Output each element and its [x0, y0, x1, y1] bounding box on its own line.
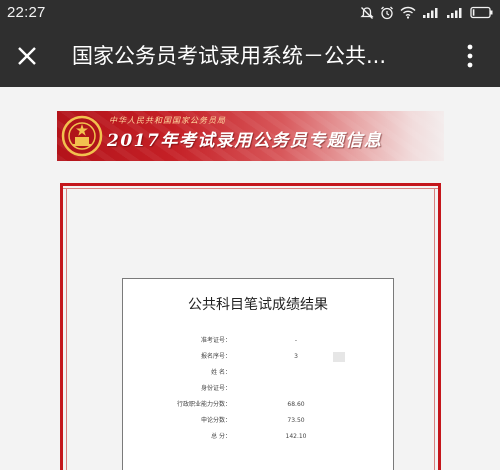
close-icon	[18, 47, 36, 65]
wifi-icon	[400, 6, 416, 19]
status-time: 22:27	[7, 4, 46, 21]
result-label: 行政职业能力分数：	[176, 401, 231, 408]
mute-icon	[360, 6, 374, 19]
result-row: 报名序号： 3	[123, 351, 393, 363]
web-content[interactable]: 中华人民共和国国家公务员局 2017年考试录用公务员专题信息 公共科目笔试成绩结…	[0, 87, 500, 470]
close-button[interactable]	[10, 39, 44, 73]
status-bar: 22:27	[0, 0, 500, 25]
result-label: 身份证号：	[200, 385, 231, 392]
result-row: 总 分： 142.10	[123, 431, 393, 443]
result-row: 行政职业能力分数： 68.60	[123, 399, 393, 411]
redacted-block	[333, 352, 345, 362]
banner-title: 2017年考试录用公务员专题信息	[107, 131, 383, 151]
signal-icon	[447, 8, 462, 18]
result-value: 142.10	[285, 433, 307, 440]
frame-border-right-inner	[434, 189, 435, 470]
more-menu-button[interactable]	[455, 39, 485, 73]
result-label: 姓 名：	[211, 369, 231, 376]
frame-border-top	[60, 183, 441, 186]
page-title: 国家公务员考试录用系统－公共...	[72, 44, 387, 68]
national-emblem	[61, 115, 103, 157]
result-label: 申论分数：	[200, 417, 231, 424]
frame-border-top-inner	[60, 188, 441, 189]
result-label: 总 分：	[211, 433, 231, 440]
signal-icon	[423, 8, 438, 18]
result-value: 73.50	[287, 417, 305, 424]
result-row: 姓 名：	[123, 367, 393, 379]
header-banner: 中华人民共和国国家公务员局 2017年考试录用公务员专题信息	[57, 111, 444, 161]
result-row: 准考证号： -	[123, 335, 393, 347]
score-result-card: 公共科目笔试成绩结果 准考证号： - 报名序号： 3 姓 名： 身份证号： 行政…	[122, 278, 394, 470]
result-value: -	[294, 337, 298, 344]
result-value: 68.60	[287, 401, 305, 408]
more-vertical-icon	[467, 44, 473, 68]
result-title: 公共科目笔试成绩结果	[188, 297, 328, 313]
frame-border-left	[60, 183, 63, 470]
result-label: 准考证号：	[200, 337, 231, 344]
frame-border-left-inner	[66, 189, 67, 470]
result-row: 身份证号：	[123, 383, 393, 395]
title-bar: 国家公务员考试录用系统－公共...	[0, 25, 500, 87]
alarm-icon	[381, 6, 393, 19]
result-label: 报名序号：	[200, 353, 231, 360]
status-icons	[360, 0, 494, 25]
frame-border-right	[438, 183, 441, 470]
result-row: 申论分数： 73.50	[123, 415, 393, 427]
banner-org-text: 中华人民共和国国家公务员局	[109, 116, 226, 125]
battery-icon	[470, 6, 493, 19]
